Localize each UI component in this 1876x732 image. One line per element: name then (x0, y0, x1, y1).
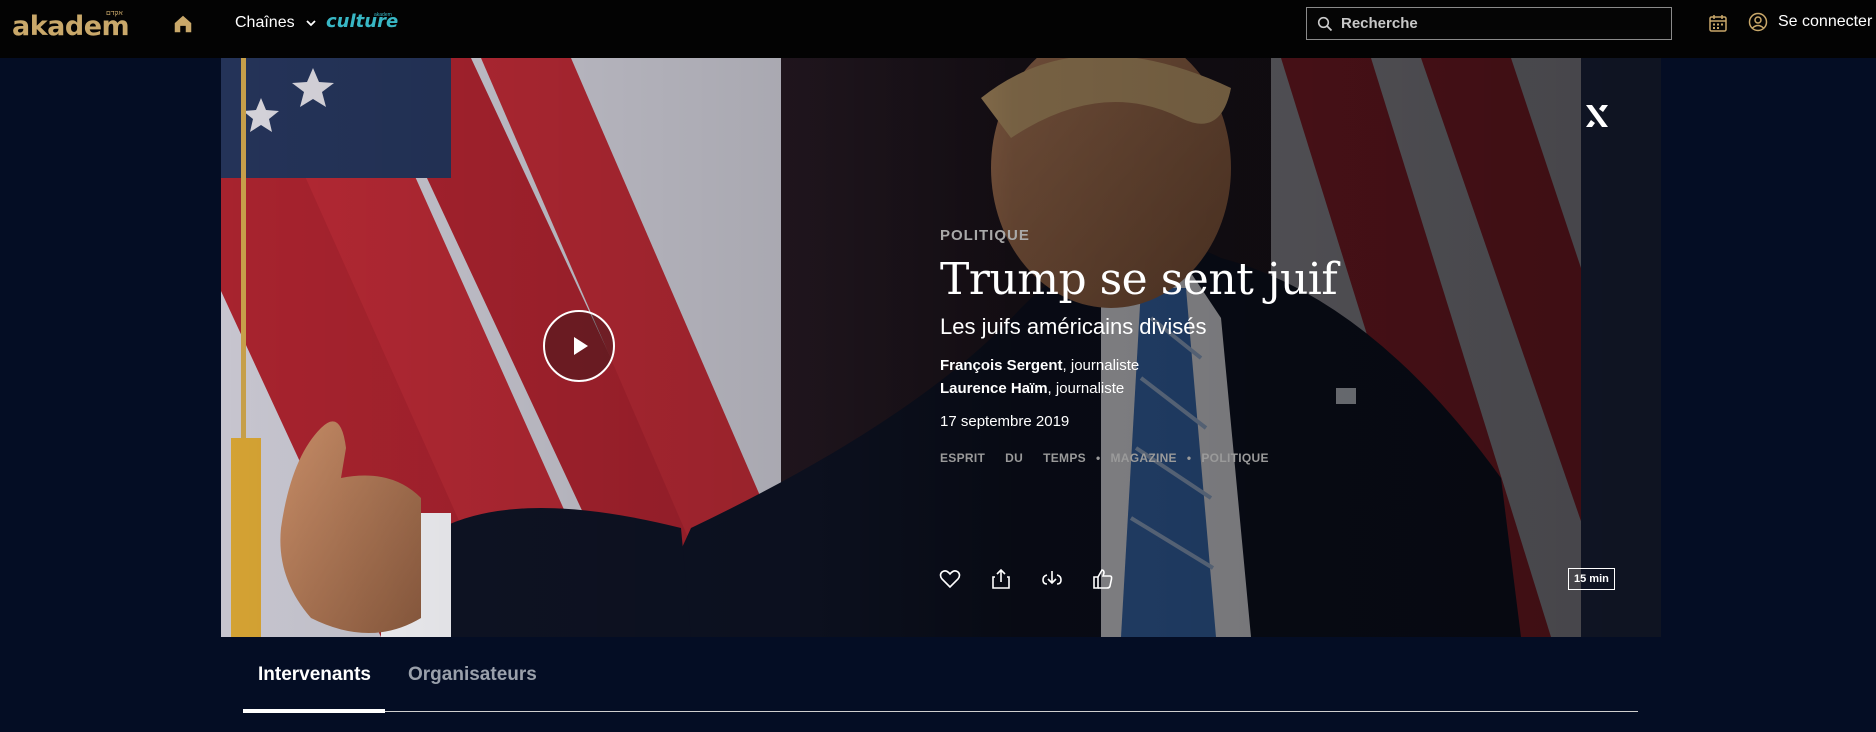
logo-hebrew: אקדם (106, 10, 123, 17)
tab-intervenants[interactable]: Intervenants (258, 664, 371, 686)
chevron-down-icon (305, 20, 316, 27)
download-icon[interactable] (1040, 567, 1064, 591)
tag-list: ESPRIT DU TEMPS • MAGAZINE • POLITIQUE (940, 451, 1269, 465)
speaker-item[interactable]: François Sergent, journaliste (940, 354, 1139, 377)
share-icon[interactable] (989, 567, 1013, 591)
tag-item[interactable]: TEMPS (1043, 451, 1086, 465)
search-input[interactable] (1341, 15, 1661, 32)
search-icon (1317, 16, 1333, 31)
tab-organisateurs[interactable]: Organisateurs (408, 664, 537, 686)
tag-separator: • (1186, 451, 1192, 465)
hero-overlay (221, 58, 1661, 637)
tag-separator: • (1095, 451, 1101, 465)
publish-date: 17 septembre 2019 (940, 413, 1070, 430)
calendar-icon[interactable] (1708, 13, 1728, 33)
video-subtitle: Les juifs américains divisés (940, 314, 1207, 339)
active-tab-indicator (243, 709, 385, 713)
thumbs-up-icon[interactable] (1091, 567, 1115, 591)
play-icon (574, 337, 588, 355)
tab-divider (243, 711, 1638, 712)
video-title: Trump se sent juif (940, 254, 1338, 305)
speaker-item[interactable]: Laurence Haïm, journaliste (940, 377, 1139, 400)
chaines-menu[interactable]: Chaînes (235, 14, 317, 32)
home-icon[interactable] (172, 13, 194, 35)
login-label: Se connecter (1778, 13, 1873, 30)
tag-item[interactable]: MAGAZINE (1110, 451, 1176, 465)
hero-banner: POLITIQUE Trump se sent juif Les juifs a… (221, 58, 1661, 637)
tag-item[interactable]: DU (1005, 451, 1023, 465)
category-label[interactable]: POLITIQUE (940, 227, 1030, 244)
akadem-logo[interactable]: akadem אקדם (12, 6, 130, 42)
tag-item[interactable]: POLITIQUE (1201, 451, 1268, 465)
heart-icon[interactable] (938, 567, 962, 591)
action-bar (938, 567, 1115, 591)
culture-sup: akadem (374, 12, 392, 18)
chaines-label: Chaînes (235, 14, 295, 31)
login-button[interactable]: Se connecter (1748, 12, 1872, 32)
duration-badge: 15 min (1568, 568, 1615, 590)
akadem-x-icon (1586, 105, 1608, 127)
search-box[interactable] (1306, 7, 1672, 40)
tab-bar: Intervenants Organisateurs (243, 660, 1638, 713)
play-button[interactable] (543, 310, 615, 382)
speakers-list: François Sergent, journaliste Laurence H… (940, 354, 1139, 400)
top-bar: akadem אקדם Chaînes culture akadem Se co… (0, 0, 1876, 58)
user-circle-icon (1748, 12, 1768, 32)
tag-item[interactable]: ESPRIT (940, 451, 985, 465)
